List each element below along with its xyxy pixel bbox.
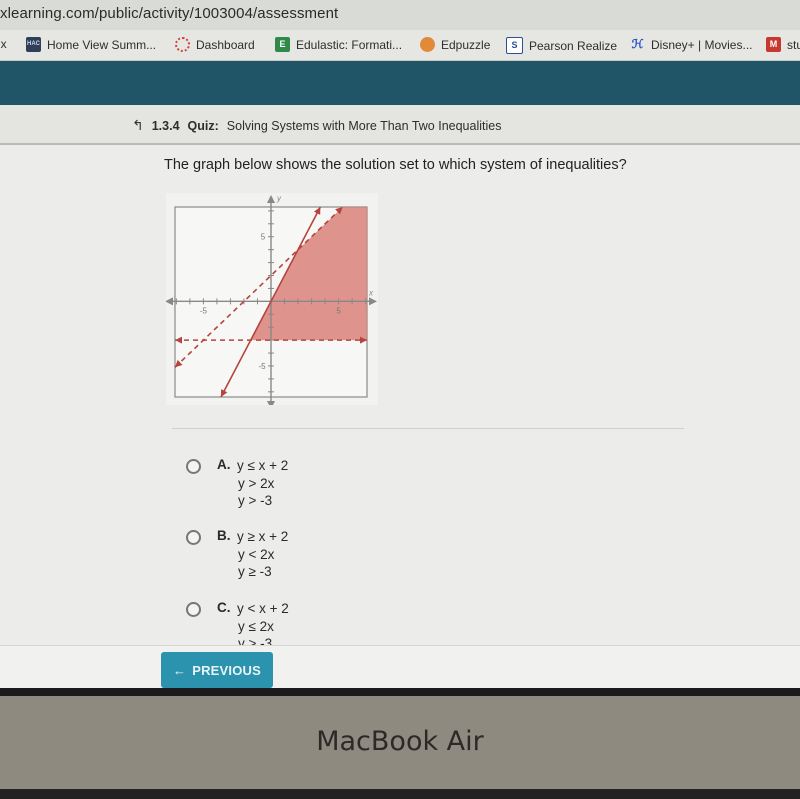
bookmark-stu[interactable]: M stu <box>766 37 800 52</box>
footer-bar: ← PREVIOUS <box>0 645 800 690</box>
radio-button[interactable] <box>186 459 201 474</box>
bookmark-label: Dashboard <box>196 37 255 52</box>
bookmarks-bar: ix HAC Home View Summ... Dashboard E Edu… <box>0 30 800 61</box>
question-area: The graph below shows the solution set t… <box>0 145 800 651</box>
browser-screen: xlearning.com/public/activity/1003004/as… <box>0 0 800 690</box>
pearson-icon: S <box>506 37 523 54</box>
inequality: y ≤ 2x <box>238 618 274 634</box>
option-letter: C. <box>217 600 231 615</box>
bookmark-edulastic[interactable]: E Edulastic: Formati... <box>275 37 402 52</box>
y-axis-label: y <box>276 194 282 203</box>
bookmark-label: Disney+ | Movies... <box>651 37 753 52</box>
inequality: y < 2x <box>238 546 275 562</box>
app-header <box>0 61 800 105</box>
back-to-lesson-icon[interactable]: ↰ <box>132 117 144 134</box>
hac-icon: HAC <box>26 37 41 52</box>
quiz-type: Quiz: <box>187 118 219 133</box>
bookmark-label: Edpuzzle <box>441 37 491 52</box>
radio-button[interactable] <box>186 602 201 617</box>
inequality: y < x + 2 <box>237 601 289 616</box>
bookmark-edpuzzle[interactable]: Edpuzzle <box>420 37 490 52</box>
laptop-bottom-edge <box>0 789 800 799</box>
inequality: y > -3 <box>238 493 273 508</box>
url-text[interactable]: xlearning.com/public/activity/1003004/as… <box>0 5 338 22</box>
inequality: y ≥ -3 <box>238 564 272 579</box>
y-tick-label: 5 <box>261 233 266 242</box>
inequality: y ≤ x + 2 <box>237 458 289 473</box>
bookmark-label: Home View Summ... <box>47 37 157 52</box>
x-axis-right-arrow <box>369 297 377 306</box>
x-tick-label: 5 <box>336 306 341 315</box>
device-brand-label: MacBook Air <box>316 726 484 757</box>
bookmark-label: ix <box>0 37 7 51</box>
inequality-graph: -5 5 5 -5 x y <box>165 193 378 409</box>
bookmark-disney-plus[interactable]: ℋ Disney+ | Movies... <box>630 37 753 52</box>
graph-svg: -5 5 5 -5 x y <box>165 194 377 409</box>
option-letter: B. <box>217 528 231 543</box>
bookmark-truncated[interactable]: ix <box>0 37 7 51</box>
previous-button[interactable]: ← PREVIOUS <box>161 652 273 688</box>
question-text: The graph below shows the solution set t… <box>164 157 627 173</box>
x-axis-label: x <box>368 288 374 297</box>
option-letter: A. <box>217 457 231 472</box>
x-tick-label: -5 <box>200 306 208 315</box>
y-tick-label: -5 <box>258 362 266 371</box>
divider <box>172 428 684 429</box>
arrow-left-icon: ← <box>173 662 187 678</box>
edpuzzle-icon <box>420 37 435 52</box>
bookmark-dashboard[interactable]: Dashboard <box>175 37 255 52</box>
edulastic-icon: E <box>275 37 290 52</box>
laptop-bezel: MacBook Air <box>0 696 800 799</box>
bookmark-label: Edulastic: Formati... <box>296 37 403 52</box>
y-axis-up-arrow <box>267 195 275 203</box>
address-bar[interactable]: xlearning.com/public/activity/1003004/as… <box>0 0 800 30</box>
disney-icon: ℋ <box>631 37 644 51</box>
screen-bezel-edge <box>0 688 800 696</box>
bookmark-home-view-summary[interactable]: HAC Home View Summ... <box>26 37 156 52</box>
inequality: y > 2x <box>238 475 275 491</box>
quiz-number: 1.3.4 <box>151 118 180 133</box>
canvas-icon <box>175 37 190 52</box>
bookmark-pearson-realize[interactable]: S Pearson Realize <box>506 37 617 54</box>
y-axis-down-arrow <box>267 401 275 409</box>
radio-button[interactable] <box>186 530 201 545</box>
bookmark-label: stu <box>787 37 800 52</box>
m-icon: M <box>766 37 781 52</box>
bookmark-label: Pearson Realize <box>529 38 618 53</box>
quiz-title: Solving Systems with More Than Two Inequ… <box>226 118 502 133</box>
previous-label: PREVIOUS <box>192 662 261 678</box>
breadcrumb: ↰ 1.3.4 Quiz: Solving Systems with More … <box>0 105 800 145</box>
inequality: y ≥ x + 2 <box>237 529 289 544</box>
x-axis-left-arrow <box>165 297 173 306</box>
